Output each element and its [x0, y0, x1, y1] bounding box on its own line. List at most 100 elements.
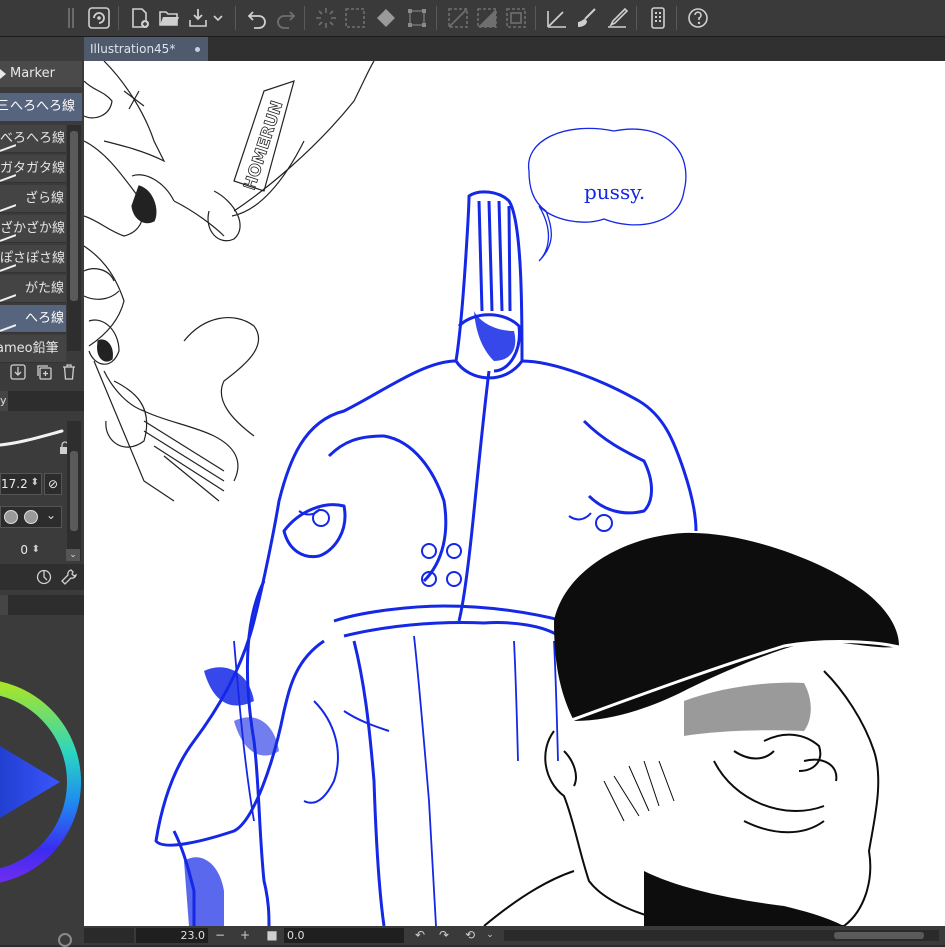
brush-stroke-icon	[0, 165, 17, 182]
pen-icon[interactable]	[605, 6, 629, 30]
drawing-canvas[interactable]: HOMERUN pussy.	[84, 61, 945, 926]
spinner-icon[interactable]: ⬍	[32, 540, 40, 560]
opacity-field[interactable]: 0 ⬍	[0, 540, 42, 562]
horizontal-scrollbar[interactable]	[504, 930, 939, 941]
brush-icon[interactable]	[575, 6, 599, 30]
brush-stroke-icon	[0, 135, 17, 152]
zoom-out-button[interactable]: −	[212, 927, 228, 944]
homerun-sign: HOMERUN	[233, 80, 295, 193]
brush-item-label: ameo鉛筆	[0, 341, 59, 356]
brush-stroke-icon	[0, 255, 17, 272]
document-tab[interactable]: Illustration45*	[84, 37, 208, 61]
zoom-value: 23.0	[180, 929, 206, 942]
new-file-icon[interactable]	[128, 6, 152, 30]
brush-item[interactable]: ざら線	[0, 185, 66, 213]
brush-item[interactable]: ざかざか線	[0, 215, 66, 243]
speech-bubble: pussy.	[528, 127, 687, 262]
subtool-selected-group-label: へろへろ線	[10, 99, 76, 114]
rotate-right-icon[interactable]: ↷	[436, 927, 452, 944]
brush-tip-icon	[24, 510, 38, 524]
fit-view-icon[interactable]: ■	[264, 927, 280, 944]
reset-rotation-icon[interactable]: ⟲	[462, 927, 478, 944]
redo-icon[interactable]	[274, 6, 298, 30]
brush-stroke-icon	[0, 315, 17, 332]
pressure-settings-icon[interactable]: ⊘	[44, 473, 62, 495]
speech-bubble-text: pussy.	[584, 180, 645, 204]
tool-settings-icon[interactable]	[35, 568, 53, 586]
wrench-icon[interactable]	[60, 568, 78, 586]
zoom-in-button[interactable]: +	[237, 927, 253, 944]
chevron-down-icon: ⌄	[46, 508, 57, 522]
zoom-in-label: +	[239, 928, 251, 942]
brush-stroke-icon	[0, 195, 17, 212]
brush-stroke-preview	[0, 417, 66, 457]
caret-right-icon	[0, 69, 6, 79]
scroll-thumb[interactable]	[70, 131, 78, 301]
brush-tip-icon	[4, 510, 18, 524]
spinner-icon[interactable]: ⬍	[31, 473, 39, 493]
invert-selection-icon[interactable]	[475, 6, 499, 30]
selection-border-icon[interactable]	[504, 6, 528, 30]
brush-stroke-icon	[0, 285, 17, 302]
zoom-field[interactable]: 23.0	[136, 928, 208, 943]
subtool-selected-group[interactable]: 三 へろへろ線	[0, 93, 82, 121]
scroll-thumb[interactable]	[834, 932, 924, 939]
brush-item[interactable]: ぽさぽさ線	[0, 245, 66, 273]
import-icon[interactable]	[9, 363, 27, 381]
color-wheel[interactable]	[0, 627, 84, 945]
subtool-group-tab[interactable]: Marker	[0, 61, 82, 87]
toolbar-grip[interactable]	[68, 8, 74, 28]
blue-shading	[184, 311, 516, 926]
navigator-thumb-strip	[84, 928, 134, 943]
smartphone-icon[interactable]	[646, 6, 670, 30]
brush-item-label: へろ線	[24, 311, 64, 326]
brush-item[interactable]: ameo鉛筆	[0, 335, 66, 363]
rotate-left-icon[interactable]: ↶	[412, 927, 428, 944]
dropdown-icon[interactable]	[211, 6, 225, 30]
subtool-group-label: Marker	[10, 66, 55, 81]
brush-item[interactable]: がた線	[0, 275, 66, 303]
document-tabbar: Illustration45*	[84, 37, 945, 61]
tool-property-tab[interactable]: y	[0, 391, 8, 411]
brush-size-value: 17.2	[1, 477, 28, 491]
brush-item[interactable]: へろ線	[0, 305, 66, 333]
left-panel: Marker 三 へろへろ線 べろへろ線 ガタガタ線ざら線ざかざか線 ぽさぽさ線がた…	[0, 37, 84, 947]
tool-property-tabbar: y	[0, 391, 84, 411]
brush-item-label: がた線	[24, 281, 64, 296]
transform-icon[interactable]	[405, 6, 429, 30]
chevron-down-icon[interactable]: ⌄	[66, 549, 80, 561]
color-tab[interactable]	[0, 595, 8, 615]
brush-item[interactable]: べろへろ線	[0, 125, 66, 153]
brush-size-field[interactable]: 17.2 ⬍	[0, 473, 42, 495]
chevron-down-icon[interactable]: ⌄	[482, 927, 498, 944]
ruler-icon[interactable]	[545, 6, 569, 30]
app-logo-icon[interactable]	[87, 6, 111, 30]
help-icon[interactable]	[686, 6, 710, 30]
open-file-icon[interactable]	[157, 6, 181, 30]
property-scrollbar[interactable]	[67, 421, 81, 561]
brush-shape-selector[interactable]: ⌄	[0, 506, 62, 528]
top-toolbar	[0, 0, 945, 37]
duplicate-icon[interactable]	[35, 363, 53, 381]
brush-stroke-icon	[0, 225, 17, 242]
opacity-value: 0	[20, 543, 28, 557]
unsaved-indicator-icon	[195, 47, 200, 52]
clear-selection-icon[interactable]	[314, 6, 338, 30]
undo-icon[interactable]	[245, 6, 269, 30]
trash-icon[interactable]	[60, 363, 78, 381]
brush-item-label: ざら線	[24, 191, 64, 206]
scroll-thumb[interactable]	[70, 451, 78, 531]
canvas-artwork: HOMERUN pussy.	[84, 61, 900, 926]
ink-portrait	[483, 532, 900, 926]
rotation-value: 0.0	[287, 929, 305, 942]
homerun-sign-text: HOMERUN	[240, 98, 287, 192]
tool-property-footer	[0, 564, 84, 590]
fill-icon[interactable]	[374, 6, 398, 30]
brush-list-scrollbar[interactable]	[67, 125, 81, 351]
save-icon[interactable]	[186, 6, 210, 30]
brush-item[interactable]: ガタガタ線	[0, 155, 66, 183]
zoom-out-label: −	[214, 928, 226, 942]
hide-selection-icon[interactable]	[446, 6, 470, 30]
rotation-field[interactable]: 0.0	[284, 928, 404, 943]
select-all-icon[interactable]	[343, 6, 367, 30]
